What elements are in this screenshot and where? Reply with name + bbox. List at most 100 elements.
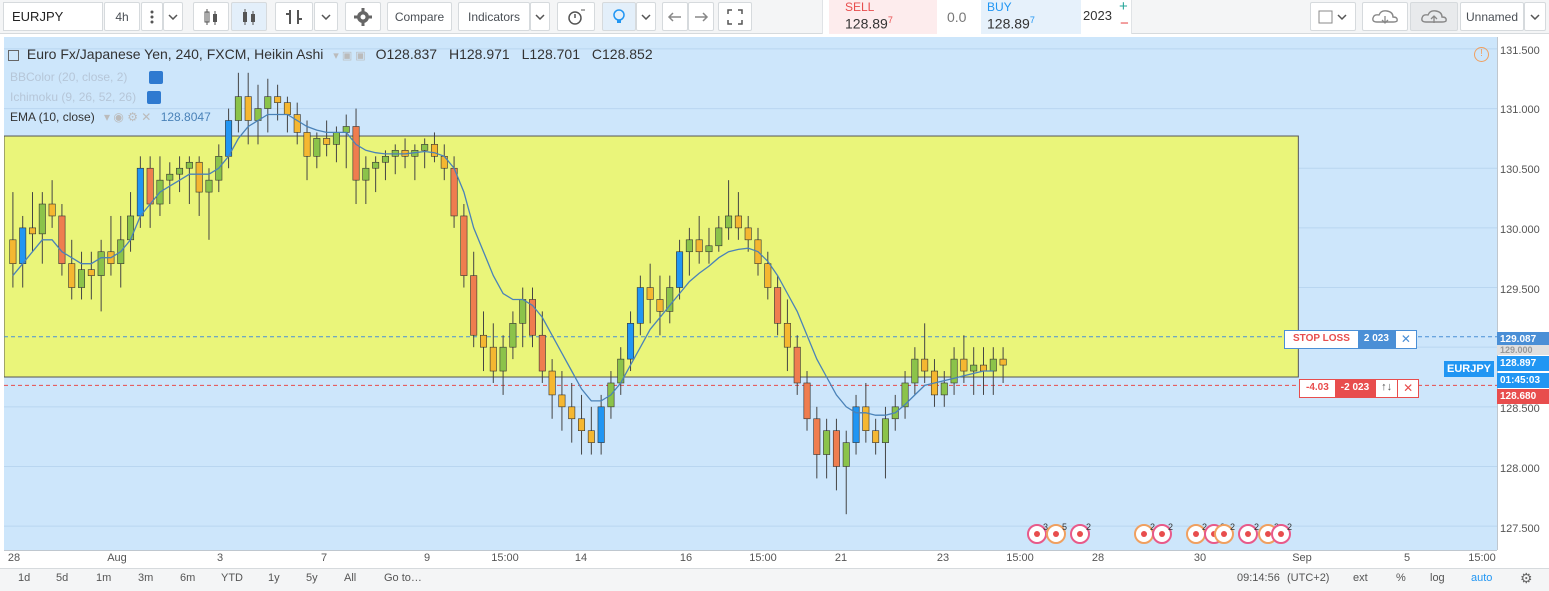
quantity-minus-button[interactable]: − xyxy=(1120,15,1129,32)
indicator-ichimoku[interactable]: Ichimoku (9, 26, 52, 26) xyxy=(10,90,162,105)
time-tick: 15:00 xyxy=(1468,552,1496,564)
indicator-ema[interactable]: EMA (10, close) ▾ ◉ ⚙ ✕ 128.8047 xyxy=(10,110,211,124)
range-button[interactable]: 5d xyxy=(56,572,68,584)
event-dot xyxy=(1141,531,1147,537)
quantity-value[interactable]: 2023 xyxy=(1083,8,1112,23)
candle-body xyxy=(58,215,66,264)
more-icon[interactable] xyxy=(141,2,163,31)
compare-button[interactable]: Compare xyxy=(387,2,452,31)
position-order[interactable]: -4.03 -2 023 ↑↓ ✕ xyxy=(1299,379,1420,398)
sell-price-wrap: 128.897 xyxy=(845,15,893,32)
legend-chevron-icon[interactable]: ▾ ▣ ▣ xyxy=(333,50,365,62)
event-marker[interactable]: 2 xyxy=(1152,522,1173,544)
redo-icon[interactable] xyxy=(688,2,714,31)
event-count: 5 xyxy=(1062,522,1067,532)
event-marker[interactable]: 2 xyxy=(1186,522,1207,544)
indicators-button[interactable]: Indicators xyxy=(458,2,530,31)
range-button[interactable]: 1y xyxy=(268,572,280,584)
cloud-save-icon[interactable] xyxy=(1410,2,1458,31)
chart-legend: Euro Fx/Japanese Yen, 240, FXCM, Heikin … xyxy=(8,46,653,62)
candle-body xyxy=(744,227,752,241)
range-button[interactable]: YTD xyxy=(221,572,243,584)
chart-pane[interactable]: 35222222232 xyxy=(4,37,1497,550)
time-tick: 14 xyxy=(574,552,588,564)
time-tick: 7 xyxy=(320,552,328,564)
sell-button[interactable]: SELL 128.897 xyxy=(829,0,937,34)
candle-body xyxy=(421,144,429,151)
log-toggle[interactable]: log xyxy=(1430,572,1445,584)
range-button[interactable]: 3m xyxy=(138,572,153,584)
event-dot xyxy=(1034,531,1040,537)
gear-icon[interactable]: ⚙ xyxy=(1520,570,1533,587)
candle-body xyxy=(205,179,213,193)
last-price-tag: 128.897 xyxy=(1497,356,1549,371)
range-button[interactable]: 1d xyxy=(18,572,30,584)
fullscreen-icon[interactable] xyxy=(718,2,752,31)
symbol-search-input[interactable]: EURJPY xyxy=(3,2,103,31)
legend-close: C128.852 xyxy=(591,46,653,62)
chevron-down-icon[interactable] xyxy=(163,2,183,31)
ext-toggle[interactable]: ext xyxy=(1353,572,1368,584)
countdown-tag: 01:45:03 xyxy=(1497,373,1549,388)
event-dot xyxy=(1053,531,1059,537)
chevron-down-icon[interactable] xyxy=(314,2,338,31)
chevron-down-icon[interactable] xyxy=(530,2,550,31)
goto-button[interactable]: Go to… xyxy=(384,572,422,584)
candle-body xyxy=(636,287,644,324)
range-button[interactable]: 5y xyxy=(306,572,318,584)
undo-icon[interactable] xyxy=(662,2,688,31)
drawing-style-button[interactable] xyxy=(1310,2,1356,31)
time-tick: 23 xyxy=(936,552,950,564)
bars-style-icon[interactable] xyxy=(193,2,229,31)
chevron-down-icon[interactable] xyxy=(1524,2,1546,31)
candles-style-icon[interactable] xyxy=(231,2,267,31)
event-marker[interactable]: 2 xyxy=(1070,522,1091,544)
candle-body xyxy=(146,167,154,205)
event-dot xyxy=(1278,531,1284,537)
sell-price-sup: 7 xyxy=(887,15,893,25)
event-marker[interactable]: 3 xyxy=(1027,522,1048,544)
candle-body xyxy=(372,161,380,169)
close-icon[interactable]: ✕ xyxy=(1394,331,1416,348)
eye-icon[interactable] xyxy=(148,71,163,85)
candle-body xyxy=(999,358,1007,366)
indicator-bbcolor[interactable]: BBColor (20, close, 2) xyxy=(10,70,163,85)
candle-body xyxy=(509,323,517,348)
collapse-legend-icon[interactable] xyxy=(8,49,19,61)
lightbulb-icon[interactable] xyxy=(602,2,636,31)
stop-loss-order[interactable]: STOP LOSS 2 023 ✕ xyxy=(1284,330,1417,349)
quantity-plus-button[interactable]: + xyxy=(1119,0,1128,15)
event-marker[interactable]: 2 xyxy=(1134,522,1155,544)
event-marker[interactable]: 5 xyxy=(1046,522,1067,544)
layout-name-button[interactable]: Unnamed xyxy=(1460,2,1524,31)
close-icon[interactable]: ✕ xyxy=(1397,380,1418,397)
auto-toggle[interactable]: auto xyxy=(1471,572,1492,584)
time-tick: 30 xyxy=(1193,552,1207,564)
chevron-down-icon[interactable] xyxy=(636,2,656,31)
candle-body xyxy=(362,167,370,181)
percent-toggle[interactable]: % xyxy=(1396,572,1406,584)
range-button[interactable]: All xyxy=(344,572,356,584)
candle-body xyxy=(685,239,693,253)
warning-icon[interactable]: ! xyxy=(1474,47,1489,62)
range-button[interactable]: 6m xyxy=(180,572,195,584)
candle-body xyxy=(774,287,782,324)
candle-body xyxy=(764,263,772,288)
candle-body xyxy=(715,227,723,247)
alert-icon[interactable] xyxy=(557,2,595,31)
candle-body xyxy=(568,406,576,420)
reverse-icon[interactable]: ↑↓ xyxy=(1375,380,1397,397)
candle-body xyxy=(646,287,654,300)
hollow-bars-icon[interactable] xyxy=(275,2,313,31)
gear-icon[interactable] xyxy=(345,2,381,31)
position-pnl: -4.03 xyxy=(1306,382,1329,393)
range-button[interactable]: 1m xyxy=(96,572,111,584)
indicator-settings-icon[interactable]: ▾ ◉ ⚙ ✕ xyxy=(104,110,151,124)
timezone-button[interactable]: (UTC+2) xyxy=(1287,572,1329,584)
eye-icon[interactable] xyxy=(147,91,162,105)
cloud-load-icon[interactable] xyxy=(1362,2,1408,31)
event-marker[interactable]: 2 xyxy=(1238,522,1259,544)
buy-button[interactable]: BUY 128.897 xyxy=(981,0,1081,34)
interval-button[interactable]: 4h xyxy=(104,2,140,31)
price-chart[interactable]: 35222222232 xyxy=(4,37,1497,550)
